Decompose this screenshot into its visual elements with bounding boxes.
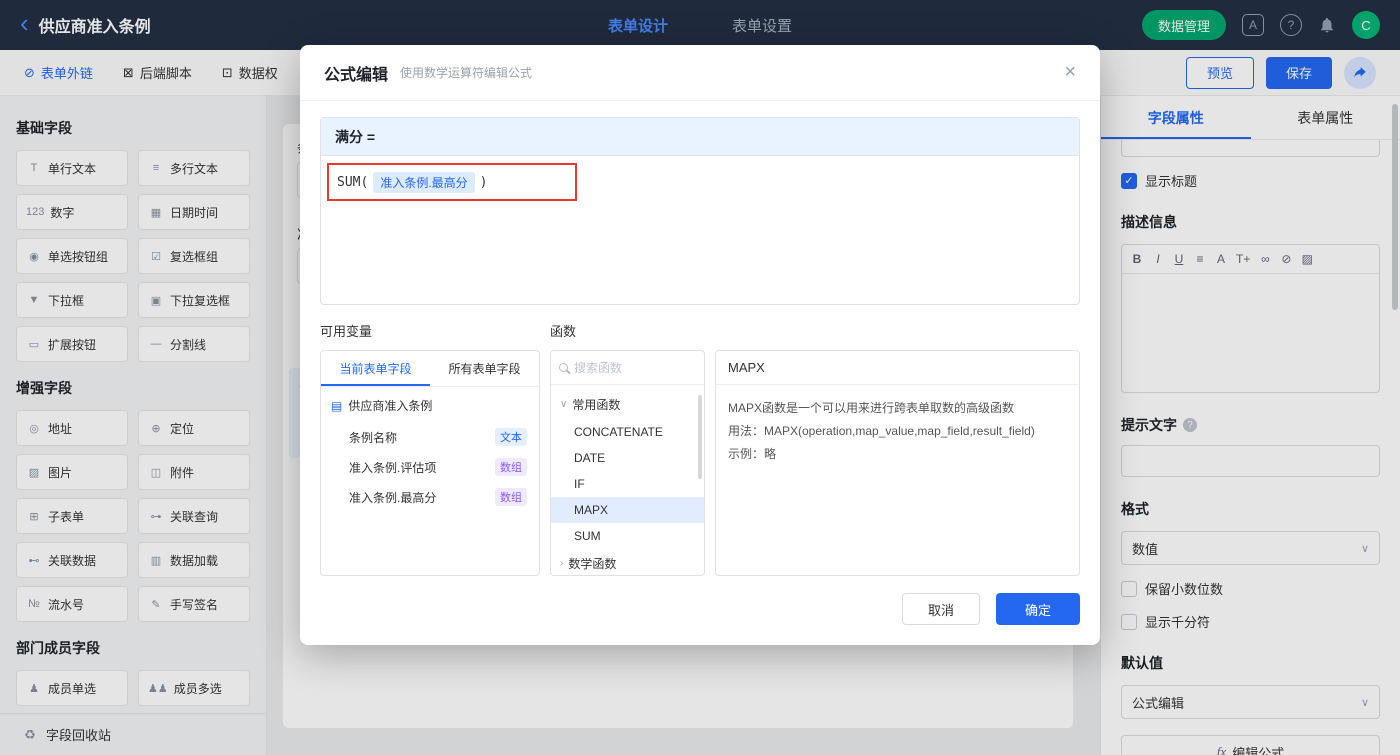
- tab-all-form-fields[interactable]: 所有表单字段: [430, 351, 539, 386]
- dialog-title: 公式编辑: [324, 66, 389, 84]
- form-document-icon: ▤: [331, 398, 343, 413]
- chevron-right-icon: ›: [560, 558, 564, 569]
- cancel-button[interactable]: 取消: [902, 593, 980, 625]
- function-search[interactable]: [551, 351, 704, 385]
- functions-panel: ∨ 常用函数 CONCATENATE DATE IF MAPX SUM › 数学…: [550, 350, 705, 576]
- formula-box: 满分 = SUM( 准入条例.最高分 ): [320, 117, 1080, 305]
- variables-panel: 当前表单字段 所有表单字段 ▤ 供应商准入条例 条例名称 文本 准入条例.评估项…: [320, 350, 540, 576]
- function-group-label: 数学函数: [568, 557, 617, 571]
- formula-close-paren: ): [479, 175, 488, 190]
- tab-current-form-fields[interactable]: 当前表单字段: [321, 351, 430, 386]
- variables-label: 可用变量: [320, 324, 373, 339]
- function-list-scrollbar[interactable]: [698, 395, 702, 479]
- function-group-label: 常用函数: [572, 398, 621, 412]
- confirm-button[interactable]: 确定: [996, 593, 1080, 625]
- dialog-subtitle: 使用数学运算符编辑公式: [400, 66, 533, 80]
- type-badge-array: 数组: [495, 458, 527, 476]
- function-group-math[interactable]: › 数学函数: [551, 549, 704, 575]
- variable-name: 准入条例.最高分: [349, 490, 437, 505]
- variable-row[interactable]: 准入条例.最高分 数组: [331, 482, 529, 512]
- functions-label: 函数: [550, 324, 577, 339]
- search-icon: [559, 363, 568, 372]
- function-group-common[interactable]: ∨ 常用函数: [551, 390, 704, 419]
- screen: ‹ 供应商准入条例 表单设计 表单设置 数据管理 A ? C ⊘ 表单外链 ⊠ …: [0, 0, 1400, 755]
- variable-name: 条例名称: [349, 430, 398, 445]
- form-root-node[interactable]: ▤ 供应商准入条例: [331, 397, 529, 414]
- function-item-date[interactable]: DATE: [551, 445, 704, 471]
- function-detail-usage: 用法：MAPX(operation,map_value,map_field,re…: [728, 423, 1035, 438]
- variable-row[interactable]: 条例名称 文本: [331, 422, 529, 452]
- formula-function-text: SUM(: [337, 175, 369, 190]
- function-detail-title: MAPX: [716, 351, 1079, 385]
- function-item-concatenate[interactable]: CONCATENATE: [551, 419, 704, 445]
- function-detail-desc: MAPX函数是一个可以用来进行跨表单取数的高级函数: [728, 401, 1015, 415]
- function-item-sum[interactable]: SUM: [551, 523, 704, 549]
- formula-editor[interactable]: SUM( 准入条例.最高分 ): [321, 156, 1079, 304]
- function-detail-example: 示例：略: [728, 446, 777, 461]
- formula-target: 满分 =: [321, 118, 1079, 156]
- type-badge-text: 文本: [495, 428, 527, 446]
- chevron-down-icon: ∨: [560, 399, 568, 410]
- variable-row[interactable]: 准入条例.评估项 数组: [331, 452, 529, 482]
- formula-edit-dialog: 公式编辑 使用数学运算符编辑公式 × 满分 = SUM( 准入条例.最高分 ) …: [300, 45, 1100, 645]
- search-input[interactable]: [574, 360, 696, 375]
- function-detail-panel: MAPX MAPX函数是一个可以用来进行跨表单取数的高级函数 用法：MAPX(o…: [715, 350, 1080, 576]
- function-item-mapx[interactable]: MAPX: [551, 497, 704, 523]
- formula-variable-token[interactable]: 准入条例.最高分: [373, 172, 475, 193]
- form-root-label: 供应商准入条例: [348, 399, 433, 413]
- function-item-if[interactable]: IF: [551, 471, 704, 497]
- type-badge-array: 数组: [495, 488, 527, 506]
- close-icon[interactable]: ×: [1064, 61, 1076, 84]
- variable-name: 准入条例.评估项: [349, 460, 437, 475]
